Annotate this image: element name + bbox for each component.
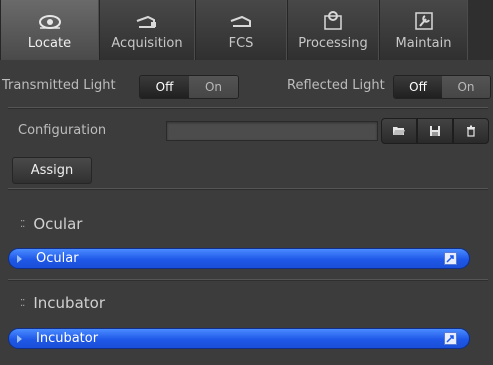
popout-icon[interactable] <box>444 252 457 265</box>
transmitted-off-option[interactable]: Off <box>140 76 189 98</box>
transmitted-light-label: Transmitted Light <box>2 78 116 93</box>
tab-processing[interactable]: Processing <box>287 0 379 60</box>
section-title-text: Ocular <box>33 215 83 233</box>
grip-icon: ⁚⁚ <box>20 218 25 230</box>
transmitted-on-option[interactable]: On <box>189 76 238 98</box>
tab-acquisition[interactable]: Acquisition <box>99 0 195 60</box>
reflected-light-label: Reflected Light <box>287 78 385 93</box>
divider <box>8 107 488 108</box>
folder-open-icon <box>393 127 405 135</box>
tab-fcs[interactable]: FCS <box>195 0 287 60</box>
section-title-text: Incubator <box>33 294 105 312</box>
save-config-button[interactable] <box>417 118 453 144</box>
bar-label: Incubator <box>36 331 99 346</box>
delete-config-button[interactable] <box>453 118 489 144</box>
ocular-tool-bar[interactable]: Ocular <box>8 248 470 269</box>
tool-tab-bar: Locate Acquisition FCS Processing Mainta… <box>0 0 493 60</box>
reflected-on-option[interactable]: On <box>442 76 490 98</box>
grip-icon: ⁚⁚ <box>20 297 25 309</box>
reflected-off-option[interactable]: Off <box>394 76 442 98</box>
divider <box>8 279 488 280</box>
tab-label: FCS <box>228 36 254 51</box>
assign-button[interactable]: Assign <box>12 157 92 184</box>
tab-label: Processing <box>298 36 368 51</box>
processing-icon <box>320 8 346 34</box>
wrench-icon <box>411 8 437 34</box>
configuration-input[interactable] <box>166 121 378 141</box>
eye-icon <box>37 8 63 34</box>
tab-maintain[interactable]: Maintain <box>379 0 468 60</box>
expand-arrow-icon[interactable] <box>17 334 22 343</box>
section-incubator-title: ⁚⁚ Incubator <box>20 294 105 312</box>
trash-icon <box>467 125 475 137</box>
tab-locate[interactable]: Locate <box>0 0 99 60</box>
bar-label: Ocular <box>36 251 79 266</box>
fcs-icon <box>228 8 254 34</box>
save-icon <box>430 126 440 136</box>
tab-label: Maintain <box>395 36 452 51</box>
divider <box>8 188 488 189</box>
reflected-light-toggle: Off On <box>393 75 491 99</box>
incubator-tool-bar[interactable]: Incubator <box>8 328 470 349</box>
popout-icon[interactable] <box>444 332 457 345</box>
configuration-label: Configuration <box>18 123 107 138</box>
section-ocular-title: ⁚⁚ Ocular <box>20 215 82 233</box>
tab-label: Locate <box>27 36 72 51</box>
microscope-icon <box>134 8 160 34</box>
expand-arrow-icon[interactable] <box>17 254 22 263</box>
open-config-button[interactable] <box>381 118 417 144</box>
transmitted-light-toggle: Off On <box>139 75 239 99</box>
tab-label: Acquisition <box>111 36 183 51</box>
